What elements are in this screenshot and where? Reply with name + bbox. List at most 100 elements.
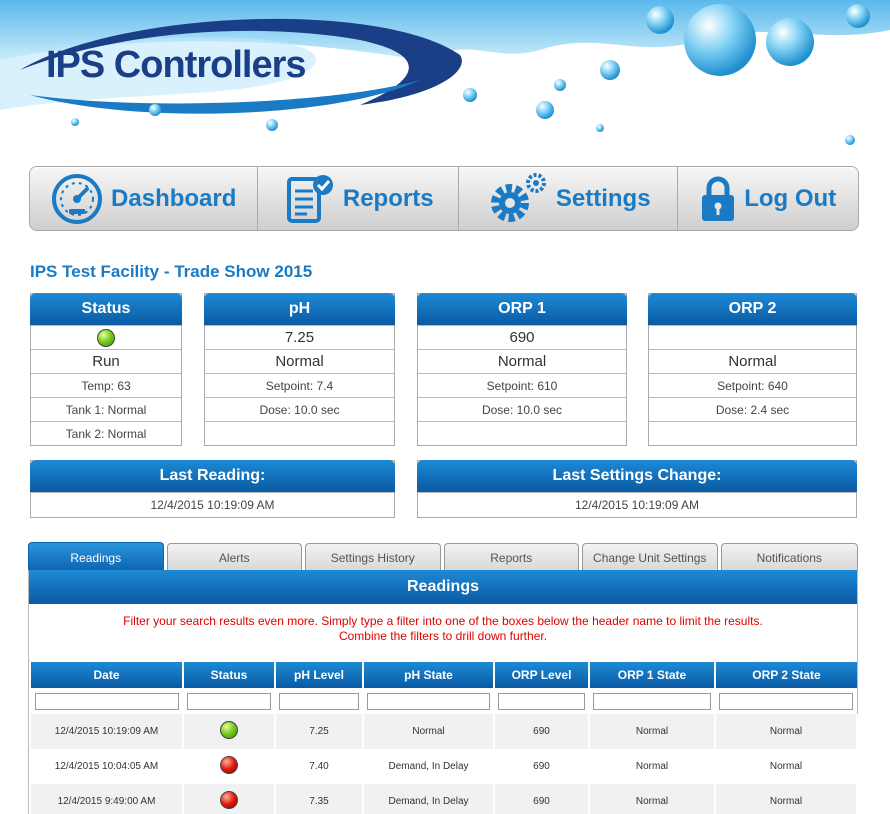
orp1-card-title: ORP 1 bbox=[417, 293, 627, 325]
brand-logo: IPS Controllers bbox=[46, 44, 306, 86]
column-header-orp-level[interactable]: ORP Level bbox=[494, 662, 590, 688]
orp2-card: ORP 2 Normal Setpoint: 640 Dose: 2.4 sec bbox=[648, 293, 857, 446]
column-header-ph-state[interactable]: pH State bbox=[363, 662, 495, 688]
status-red-light-icon bbox=[220, 756, 238, 774]
filter-cell bbox=[363, 688, 494, 714]
status-temp: Temp: 63 bbox=[31, 373, 181, 397]
status-indicator-row bbox=[31, 325, 181, 349]
readings-title: Readings bbox=[29, 570, 857, 604]
tab-readings[interactable]: Readings bbox=[28, 542, 164, 572]
cell-ph-level: 7.40 bbox=[275, 749, 364, 784]
cell-orp2-state: Normal bbox=[715, 784, 858, 814]
nav-dashboard-button[interactable]: Dashboard bbox=[30, 167, 259, 230]
filter-cell bbox=[494, 688, 589, 714]
column-header-status[interactable]: Status bbox=[183, 662, 276, 688]
filter-instructions-line2: Combine the filters to drill down furthe… bbox=[338, 629, 548, 643]
status-green-light-icon bbox=[97, 328, 115, 347]
filter-orp-level-input[interactable] bbox=[498, 692, 585, 710]
cell-orp1-state: Normal bbox=[589, 749, 716, 784]
filter-orp1-state-input[interactable] bbox=[593, 692, 711, 710]
cell-status bbox=[183, 784, 276, 814]
orp1-card: ORP 1 690 Normal Setpoint: 610 Dose: 10.… bbox=[417, 293, 627, 446]
table-row: 12/4/2015 9:49:00 AM 7.35 Demand, In Del… bbox=[31, 784, 858, 814]
filter-instructions: Filter your search results even more. Si… bbox=[29, 604, 857, 662]
filter-ph-state-input[interactable] bbox=[367, 692, 490, 710]
cell-date: 12/4/2015 10:04:05 AM bbox=[31, 749, 184, 784]
filter-status-input[interactable] bbox=[187, 692, 271, 710]
filter-date-input[interactable] bbox=[35, 692, 179, 710]
orp2-empty-row bbox=[649, 421, 856, 445]
tab-reports[interactable]: Reports bbox=[443, 543, 579, 571]
last-settings-value: 12/4/2015 10:19:09 AM bbox=[418, 492, 856, 517]
cell-orp-level: 690 bbox=[494, 784, 590, 814]
tab-settings-history[interactable]: Settings History bbox=[305, 543, 441, 571]
orp2-card-title: ORP 2 bbox=[648, 293, 857, 325]
nav-logout-button[interactable]: Log Out bbox=[678, 167, 858, 230]
readings-table: Date Status pH Level pH State ORP Level … bbox=[31, 662, 858, 814]
last-reading-card: Last Reading: 12/4/2015 10:19:09 AM bbox=[30, 460, 395, 518]
filter-row bbox=[31, 688, 857, 714]
ph-state: Normal bbox=[205, 349, 394, 373]
readings-panel: Readings Filter your search results even… bbox=[28, 570, 858, 814]
nav-reports-label: Reports bbox=[342, 184, 434, 212]
ph-empty-row bbox=[205, 421, 394, 445]
nav-reports-button[interactable]: Reports bbox=[258, 167, 459, 230]
status-card: Status Run Temp: 63 Tank 1: Normal Tank … bbox=[30, 293, 182, 446]
last-reading-title: Last Reading: bbox=[30, 460, 395, 492]
cell-ph-state: Demand, In Delay bbox=[363, 784, 495, 814]
tab-notifications[interactable]: Notifications bbox=[720, 543, 858, 571]
filter-orp2-state-input[interactable] bbox=[719, 692, 853, 710]
cell-date: 12/4/2015 10:19:09 AM bbox=[31, 714, 184, 749]
status-tank2: Tank 2: Normal bbox=[31, 421, 181, 445]
filter-cell bbox=[183, 688, 275, 714]
header-banner: IPS Controllers bbox=[0, 0, 890, 160]
cell-status bbox=[183, 714, 276, 749]
table-row: 12/4/2015 10:04:05 AM 7.40 Demand, In De… bbox=[31, 749, 858, 784]
ph-value: 7.25 bbox=[205, 325, 394, 349]
status-state: Run bbox=[31, 349, 181, 373]
facility-title: IPS Test Facility - Trade Show 2015 bbox=[30, 262, 313, 281]
status-green-light-icon bbox=[220, 721, 238, 739]
filter-cell bbox=[275, 688, 363, 714]
table-row: 12/4/2015 10:19:09 AM 7.25 Normal 690 No… bbox=[31, 714, 858, 749]
filter-instructions-line1: Filter your search results even more. Si… bbox=[123, 614, 763, 628]
last-reading-value: 12/4/2015 10:19:09 AM bbox=[31, 492, 394, 517]
filter-cell bbox=[589, 688, 715, 714]
cell-orp1-state: Normal bbox=[589, 784, 716, 814]
orp1-setpoint: Setpoint: 610 bbox=[418, 373, 626, 397]
filter-ph-level-input[interactable] bbox=[279, 692, 359, 710]
gears-icon bbox=[486, 171, 548, 227]
cell-ph-state: Normal bbox=[363, 714, 495, 749]
orp2-state: Normal bbox=[649, 349, 856, 373]
filter-cell bbox=[31, 688, 183, 714]
nav-settings-label: Settings bbox=[555, 184, 651, 212]
status-tank1: Tank 1: Normal bbox=[31, 397, 181, 421]
column-header-orp1-state[interactable]: ORP 1 State bbox=[589, 662, 716, 688]
gauge-icon bbox=[51, 173, 103, 225]
filter-cell bbox=[715, 688, 857, 714]
ph-setpoint: Setpoint: 7.4 bbox=[205, 373, 394, 397]
cell-status bbox=[183, 749, 276, 784]
orp1-value: 690 bbox=[418, 325, 626, 349]
cell-orp2-state: Normal bbox=[715, 749, 858, 784]
lock-icon bbox=[700, 176, 736, 222]
cell-ph-level: 7.25 bbox=[275, 714, 364, 749]
column-header-date[interactable]: Date bbox=[31, 662, 184, 688]
cell-orp1-state: Normal bbox=[589, 714, 716, 749]
cell-ph-level: 7.35 bbox=[275, 784, 364, 814]
ph-card: pH 7.25 Normal Setpoint: 7.4 Dose: 10.0 … bbox=[204, 293, 395, 446]
nav-logout-label: Log Out bbox=[744, 184, 837, 212]
orp2-value bbox=[649, 325, 856, 349]
last-settings-card: Last Settings Change: 12/4/2015 10:19:09… bbox=[417, 460, 857, 518]
tab-change-unit-settings[interactable]: Change Unit Settings bbox=[582, 543, 718, 571]
orp2-dose: Dose: 2.4 sec bbox=[649, 397, 856, 421]
cell-date: 12/4/2015 9:49:00 AM bbox=[31, 784, 184, 814]
tab-alerts[interactable]: Alerts bbox=[166, 543, 302, 571]
main-nav: Dashboard Reports Settings Log Out bbox=[29, 166, 859, 231]
column-header-ph-level[interactable]: pH Level bbox=[275, 662, 364, 688]
column-header-orp2-state[interactable]: ORP 2 State bbox=[715, 662, 857, 688]
orp1-state: Normal bbox=[418, 349, 626, 373]
nav-settings-button[interactable]: Settings bbox=[459, 167, 679, 230]
orp1-empty-row bbox=[418, 421, 626, 445]
cell-orp-level: 690 bbox=[494, 714, 590, 749]
